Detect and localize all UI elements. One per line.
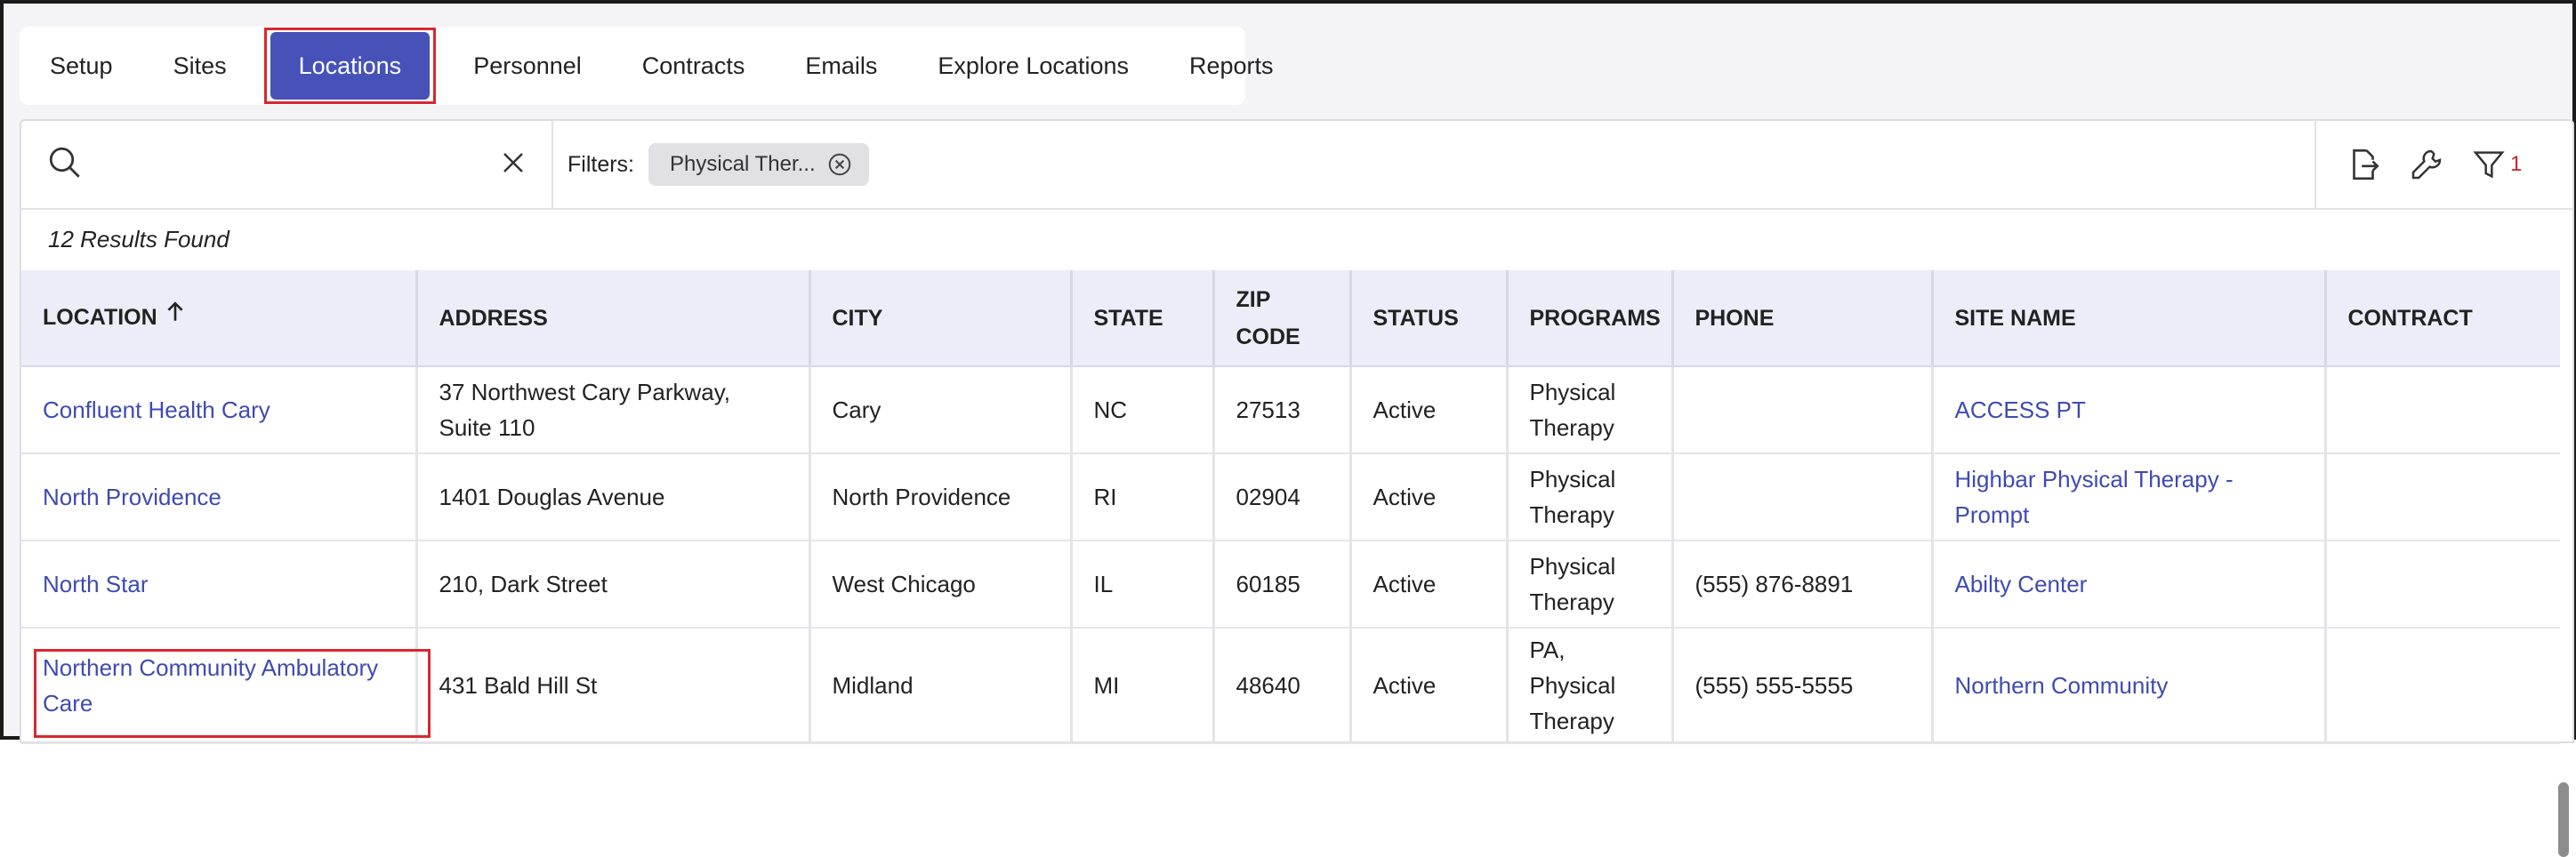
programs-cell: Physical Therapy	[1507, 541, 1674, 629]
sort-ascending-icon	[164, 299, 187, 337]
location-link[interactable]: North Providence	[43, 484, 221, 510]
state-cell: RI	[1071, 453, 1215, 541]
status-cell: Active	[1350, 453, 1509, 541]
column-header-status[interactable]: STATUS	[1350, 270, 1509, 367]
column-header-city[interactable]: CITY	[809, 270, 1073, 367]
tab-bar: Setup Sites Locations Personnel Contract…	[20, 27, 1274, 105]
address-cell: 210, Dark Street	[416, 541, 811, 629]
search-box[interactable]	[21, 121, 553, 208]
contract-cell	[2325, 366, 2560, 454]
active-tab-highlight: Locations	[263, 28, 437, 104]
site-name-link[interactable]: Abilty Center	[1955, 571, 2088, 597]
state-cell: NC	[1071, 366, 1215, 454]
filters-label: Filters:	[568, 151, 634, 177]
programs-cell: PA, Physical Therapy	[1507, 628, 1674, 744]
table-actions: 1	[2314, 121, 2572, 208]
location-link[interactable]: North Star	[43, 571, 149, 597]
tab-sites[interactable]: Sites	[143, 31, 257, 100]
table-header-row: LOCATION ADDRESS CITY STATE ZIP CODE STA…	[21, 270, 2560, 367]
table-row: North Star 210, Dark Street West Chicago…	[21, 541, 2560, 629]
tab-locations[interactable]: Locations	[270, 32, 431, 100]
results-count: 12 Results Found	[48, 226, 229, 252]
vertical-scrollbar[interactable]	[2558, 782, 2569, 857]
tab-setup[interactable]: Setup	[34, 31, 143, 100]
phone-cell: (555) 876-8891	[1672, 541, 1934, 629]
locations-table: LOCATION ADDRESS CITY STATE ZIP CODE STA…	[21, 270, 2560, 744]
filters-bar: Filters: Physical Ther...	[553, 121, 2314, 208]
table-row: Confluent Health Cary 37 Northwest Cary …	[21, 366, 2560, 454]
tab-explore-locations[interactable]: Explore Locations	[907, 31, 1159, 100]
filter-chip[interactable]: Physical Ther...	[648, 143, 869, 186]
zip-cell: 02904	[1213, 453, 1352, 541]
status-cell: Active	[1350, 628, 1509, 744]
city-cell: Midland	[809, 628, 1073, 744]
contract-cell	[2325, 541, 2560, 629]
table-row: North Providence 1401 Douglas Avenue Nor…	[21, 453, 2560, 541]
column-header-programs[interactable]: PROGRAMS	[1507, 270, 1674, 367]
programs-cell: Physical Therapy	[1507, 453, 1674, 541]
address-cell: 431 Bald Hill St	[416, 628, 811, 744]
address-cell: 1401 Douglas Avenue	[416, 453, 811, 541]
zip-cell: 48640	[1213, 628, 1352, 744]
phone-cell	[1672, 366, 1934, 454]
city-cell: North Providence	[809, 453, 1073, 541]
location-link[interactable]: Confluent Health Cary	[43, 396, 270, 423]
contract-cell	[2325, 628, 2560, 744]
state-cell: IL	[1071, 541, 1215, 629]
address-cell: 37 Northwest Cary Parkway, Suite 110	[416, 366, 811, 454]
phone-cell	[1672, 453, 1934, 541]
site-name-link[interactable]: Highbar Physical Therapy - Prompt	[1955, 466, 2234, 528]
search-icon	[46, 144, 84, 186]
app-frame: Setup Sites Locations Personnel Contract…	[0, 0, 2576, 857]
state-cell: MI	[1071, 628, 1215, 744]
locations-panel: Filters: Physical Ther... 1 12 Results F…	[20, 119, 2574, 857]
zip-cell: 27513	[1213, 366, 1352, 454]
contract-cell	[2325, 453, 2560, 541]
filter-count-badge: 1	[2510, 152, 2523, 176]
table-row: Northern Community Ambulatory Care 431 B…	[21, 628, 2560, 744]
tab-contracts[interactable]: Contracts	[612, 31, 776, 100]
status-cell: Active	[1350, 541, 1509, 629]
column-header-location[interactable]: LOCATION	[21, 270, 418, 367]
city-cell: West Chicago	[809, 541, 1073, 629]
programs-cell: Physical Therapy	[1507, 366, 1674, 454]
city-cell: Cary	[809, 366, 1073, 454]
filter-chip-label: Physical Ther...	[670, 152, 816, 176]
column-header-site-name[interactable]: SITE NAME	[1932, 270, 2327, 367]
phone-cell: (555) 555-5555	[1672, 628, 1934, 744]
zip-cell: 60185	[1213, 541, 1352, 629]
column-header-phone[interactable]: PHONE	[1672, 270, 1934, 367]
column-header-address[interactable]: ADDRESS	[416, 270, 811, 367]
export-icon[interactable]	[2345, 146, 2382, 183]
site-name-link[interactable]: ACCESS PT	[1955, 396, 2086, 423]
tab-emails[interactable]: Emails	[775, 31, 907, 100]
toolbar: Filters: Physical Ther... 1	[21, 121, 2572, 210]
wrench-icon[interactable]	[2409, 147, 2444, 182]
site-name-link[interactable]: Northern Community	[1955, 672, 2169, 699]
column-header-zip-code[interactable]: ZIP CODE	[1213, 270, 1352, 367]
column-header-contract[interactable]: CONTRACT	[2325, 270, 2560, 367]
column-header-state[interactable]: STATE	[1071, 270, 1215, 367]
remove-filter-icon[interactable]	[826, 151, 853, 178]
tab-personnel[interactable]: Personnel	[443, 31, 612, 100]
filter-icon[interactable]: 1	[2471, 147, 2522, 182]
status-cell: Active	[1350, 366, 1509, 454]
tab-reports[interactable]: Reports	[1159, 31, 1304, 100]
clear-search-icon[interactable]	[500, 149, 527, 180]
location-link[interactable]: Northern Community Ambulatory Care	[43, 654, 378, 717]
